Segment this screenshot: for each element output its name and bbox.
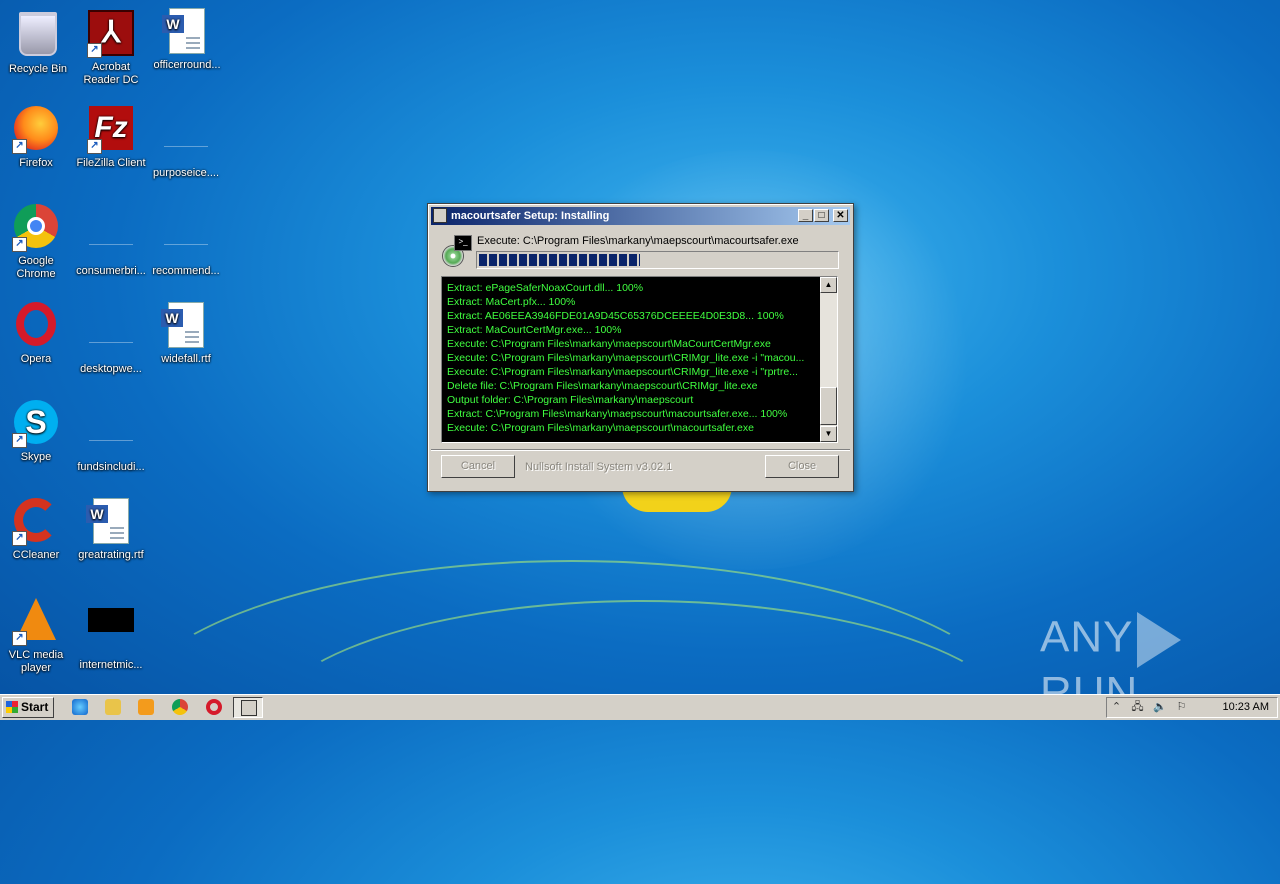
title-bar[interactable]: macourtsafer Setup: Installing _ □ ✕	[431, 207, 850, 225]
windows-logo-icon	[6, 701, 18, 713]
desktop-icon-fundsincludi[interactable]: fundsincludi...	[73, 400, 149, 474]
desktop-icon-vlc[interactable]: ↗ VLC media player	[0, 596, 74, 675]
log-line: Execute: C:\Program Files\markany\maepsc…	[447, 352, 805, 364]
scroll-thumb[interactable]	[820, 387, 837, 425]
clock[interactable]: 10:23 AM	[1223, 701, 1269, 713]
desktop-icon-consumerbri[interactable]: consumerbri...	[73, 204, 149, 278]
desktop-icon-ccleaner[interactable]: ↗ CCleaner	[0, 498, 74, 562]
desktop-icon-firefox[interactable]: ↗ Firefox	[0, 106, 74, 170]
shortcut-arrow-icon: ↗	[12, 531, 27, 546]
blank-file-icon	[89, 410, 133, 441]
shortcut-arrow-icon: ↗	[12, 433, 27, 448]
shortcut-arrow-icon: ↗	[87, 139, 102, 154]
log-line: Output folder: C:\Program Files\markany\…	[447, 394, 694, 406]
desktop-icon-officerround[interactable]: W officerround...	[149, 8, 225, 72]
log-lines: Extract: ePageSaferNoaxCourt.dll... 100%…	[447, 281, 815, 435]
minimize-button[interactable]: _	[798, 209, 813, 222]
black-file-icon	[88, 608, 134, 632]
cancel-button[interactable]: Cancel	[441, 455, 515, 478]
log-line: Extract: C:\Program Files\markany\maepsc…	[447, 408, 788, 420]
log-line: Extract: MaCert.pfx... 100%	[447, 296, 576, 308]
word-document-icon: W	[161, 302, 204, 348]
install-log[interactable]: Extract: ePageSaferNoaxCourt.dll... 100%…	[441, 276, 838, 443]
blank-file-icon	[164, 116, 208, 147]
progress-bar	[476, 251, 839, 269]
play-logo-icon	[1137, 612, 1182, 668]
opera-taskbar-icon[interactable]	[206, 699, 222, 715]
desktop-icon-widefall[interactable]: W widefall.rtf	[148, 302, 224, 366]
opera-icon	[16, 302, 56, 346]
desktop-icon-desktopwe[interactable]: desktopwe...	[73, 302, 149, 376]
desktop-icon-acrobat-reader[interactable]: ⅄ ↗ Acrobat Reader DC	[73, 8, 149, 87]
show-hidden-icons-icon[interactable]: ⌃	[1110, 701, 1123, 714]
installer-window[interactable]: macourtsafer Setup: Installing _ □ ✕ >_ …	[427, 203, 854, 492]
log-line: Extract: ePageSaferNoaxCourt.dll... 100%	[447, 282, 644, 294]
ie-icon[interactable]	[72, 699, 88, 715]
scroll-down-arrow-icon[interactable]: ▼	[820, 426, 837, 442]
volume-icon[interactable]: 🔈	[1153, 701, 1167, 714]
desktop-icon-filezilla[interactable]: Fz ↗ FileZilla Client	[73, 106, 149, 170]
word-document-icon: W	[162, 8, 205, 54]
log-line: Execute: C:\Program Files\markany\maepsc…	[447, 422, 754, 434]
desktop-icon-opera[interactable]: Opera	[0, 302, 74, 366]
install-disk-icon: >_	[442, 235, 472, 267]
recycle-bin-icon	[19, 12, 57, 56]
window-title: macourtsafer Setup: Installing	[451, 210, 610, 222]
taskbar: Start ⌃ 🖧 🔈 ⚐ 10:23 AM	[0, 694, 1280, 720]
blank-file-icon	[89, 214, 133, 245]
shortcut-arrow-icon: ↗	[12, 631, 27, 646]
desktop-icon-greatrating[interactable]: W greatrating.rtf	[73, 498, 149, 562]
desktop-icon-recycle-bin[interactable]: Recycle Bin	[0, 8, 76, 76]
system-tray: ⌃ 🖧 🔈 ⚐ 10:23 AM	[1106, 697, 1278, 718]
status-text: Execute: C:\Program Files\markany\maepsc…	[477, 235, 799, 247]
shortcut-arrow-icon: ↗	[12, 237, 27, 252]
word-document-icon: W	[86, 498, 129, 544]
action-center-flag-icon[interactable]: ⚐	[1175, 701, 1188, 714]
desktop-icon-recommend[interactable]: recommend...	[148, 204, 224, 278]
explorer-icon[interactable]	[105, 699, 121, 715]
start-button[interactable]: Start	[2, 697, 54, 718]
installer-app-icon	[433, 208, 447, 223]
desktop-icon-google-chrome[interactable]: ↗ Google Chrome	[0, 204, 74, 281]
log-scrollbar[interactable]: ▲ ▼	[820, 277, 837, 442]
media-player-icon[interactable]	[138, 699, 154, 715]
taskbar-installer-button[interactable]	[233, 697, 263, 718]
desktop-icon-purposeice[interactable]: purposeice....	[148, 106, 224, 180]
blank-file-icon	[164, 214, 208, 245]
installer-app-icon	[241, 700, 257, 716]
wallpaper-swoosh	[260, 600, 1024, 864]
desktop-icon-skype[interactable]: S ↗ Skype	[0, 400, 74, 464]
close-button[interactable]: Close	[765, 455, 839, 478]
shortcut-arrow-icon: ↗	[87, 43, 102, 58]
desktop-icon-internetmic[interactable]: internetmic...	[73, 596, 149, 672]
maximize-button[interactable]: □	[814, 209, 829, 222]
network-icon[interactable]: 🖧	[1131, 701, 1144, 714]
log-line: Extract: AE06EEA3946FDE01A9D45C65376DCEE…	[447, 310, 784, 322]
progress-fill	[479, 254, 640, 266]
nsis-branding: Nullsoft Install System v3.02.1	[525, 461, 673, 473]
log-line: Delete file: C:\Program Files\markany\ma…	[447, 380, 758, 392]
log-line: Extract: MaCourtCertMgr.exe... 100%	[447, 324, 622, 336]
shortcut-arrow-icon: ↗	[12, 139, 27, 154]
chrome-taskbar-icon[interactable]	[172, 699, 188, 715]
log-line: Execute: C:\Program Files\markany\maepsc…	[447, 366, 798, 378]
scroll-up-arrow-icon[interactable]: ▲	[820, 277, 837, 293]
close-window-button[interactable]: ✕	[833, 209, 848, 222]
log-line: Execute: C:\Program Files\markany\maepsc…	[447, 338, 771, 350]
divider	[431, 449, 850, 451]
blank-file-icon	[89, 312, 133, 343]
